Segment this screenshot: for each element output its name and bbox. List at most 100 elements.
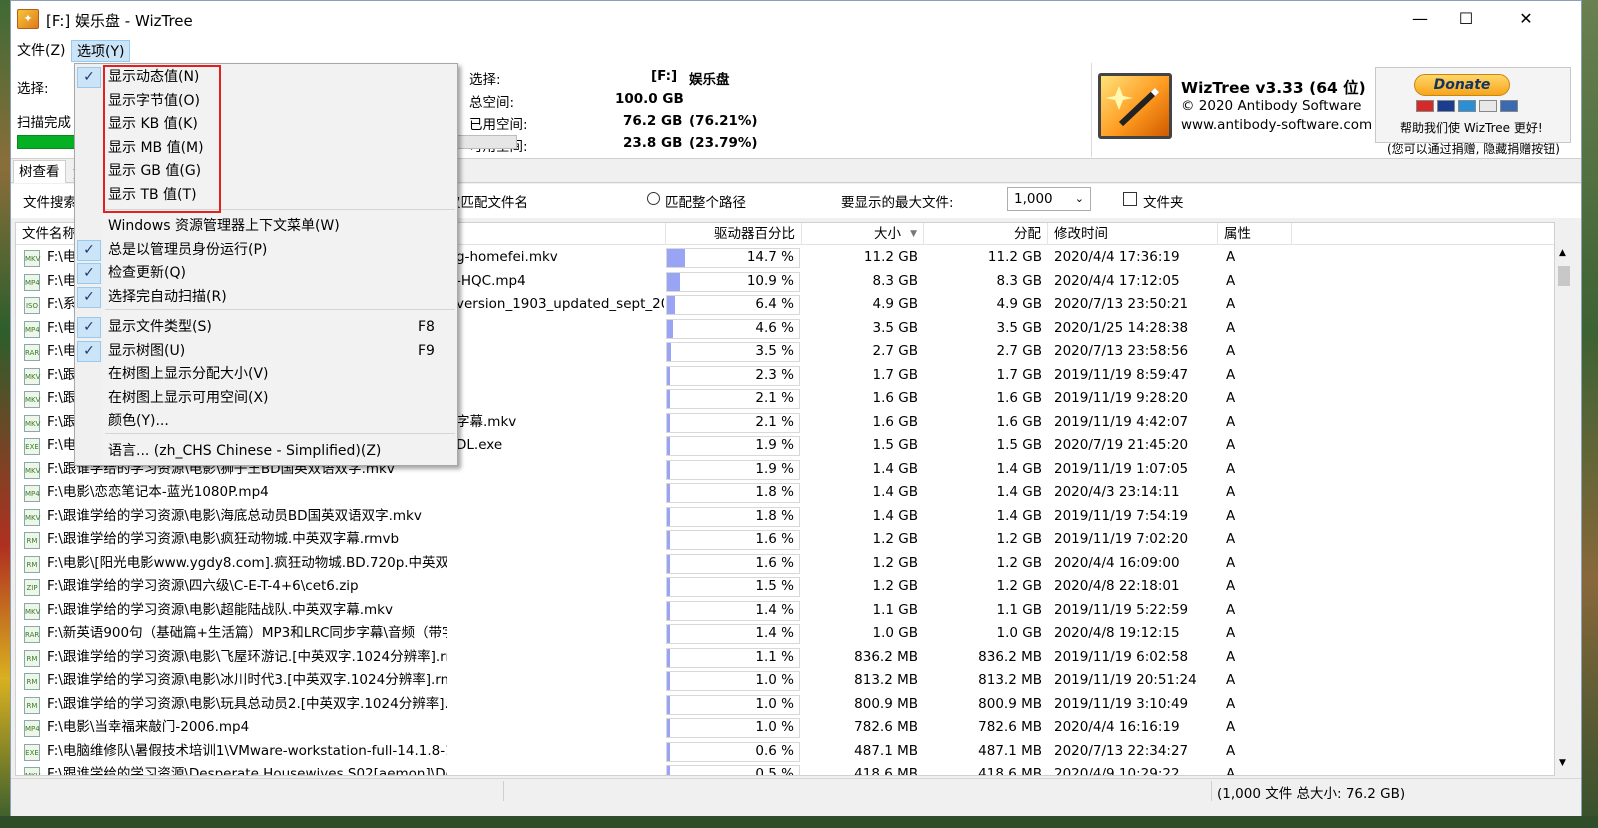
cell-percent: 1.1 % bbox=[755, 648, 794, 665]
menu-item-label: Windows 资源管理器上下文菜单(W) bbox=[108, 218, 340, 234]
taskbar-strip bbox=[0, 816, 1598, 828]
scroll-up-icon[interactable]: ▲ bbox=[1559, 248, 1566, 258]
cell-file-name-tail: 字幕.mkv bbox=[456, 413, 517, 430]
menu-item-label: 在树图上显示可用空间(X) bbox=[108, 389, 269, 406]
col-header-alloc[interactable]: 分配 bbox=[924, 223, 1048, 245]
minimize-button[interactable]: — bbox=[1397, 1, 1443, 37]
cell-size: 418.6 MB bbox=[854, 766, 918, 776]
menu-item[interactable]: ✓ 选择完自动扫描(R) bbox=[75, 286, 457, 310]
cell-modified: 2020/7/13 23:50:21 bbox=[1054, 296, 1189, 312]
folder-checkbox[interactable] bbox=[1123, 192, 1137, 206]
donate-button[interactable]: Donate bbox=[1414, 74, 1510, 96]
cell-modified: 2020/4/9 10:29:22 bbox=[1054, 766, 1180, 776]
menu-file[interactable]: 文件(Z) bbox=[12, 40, 71, 62]
menu-item[interactable]: ✓ 总是以管理员身份运行(P) bbox=[75, 239, 457, 263]
cell-alloc: 1.2 GB bbox=[996, 531, 1042, 547]
scan-progress-bar bbox=[17, 135, 77, 149]
cell-size: 1.1 GB bbox=[872, 601, 918, 618]
match-path-label[interactable]: 匹配整个路径 bbox=[665, 191, 746, 211]
checkmark-icon: ✓ bbox=[77, 340, 101, 362]
cell-file-name: F:\跟谁学给的学习资源\电影\玩具总动员2.[中英双字.1024分辨率].rm… bbox=[47, 695, 447, 712]
cell-percent: 1.9 % bbox=[755, 460, 794, 477]
menu-item[interactable]: ✓ 显示树图(U) F9 bbox=[75, 340, 457, 364]
scroll-down-icon[interactable]: ▼ bbox=[1559, 758, 1566, 768]
tab-tree-view[interactable]: 树查看 bbox=[13, 160, 66, 183]
cell-file-name-tail: -HQC.mp4 bbox=[456, 272, 526, 289]
menu-item[interactable]: 语言... (zh_CHS Chinese - Simplified)(Z) bbox=[75, 440, 457, 464]
col-header-modified[interactable]: 修改时间 bbox=[1048, 223, 1218, 245]
file-type-icon: EXE bbox=[24, 743, 40, 761]
table-row[interactable]: MKV F:\跟谁学给的学习资源\电影\海底总动员BD国英双语双字.mkv 1.8 … bbox=[16, 505, 1554, 529]
file-type-icon: RAR bbox=[24, 344, 40, 361]
maximize-button[interactable]: ☐ bbox=[1443, 1, 1489, 37]
checkmark-icon: ✓ bbox=[77, 286, 101, 308]
menu-item[interactable]: ✓ 检查更新(Q) bbox=[75, 262, 457, 286]
cell-size: 836.2 MB bbox=[854, 648, 918, 665]
table-row[interactable]: RM F:\跟谁学给的学习资源\电影\飞屋环游记.[中英双字.1024分辨率].r… bbox=[16, 646, 1554, 670]
menu-item[interactable]: 在树图上显示可用空间(X) bbox=[75, 387, 457, 411]
used-space-value: 76.2 GB bbox=[623, 113, 683, 129]
website-link[interactable]: www.antibody-software.com bbox=[1181, 117, 1372, 133]
cell-attr: A bbox=[1226, 601, 1236, 618]
cell-alloc: 1.2 GB bbox=[996, 578, 1042, 594]
table-row[interactable]: RM F:\跟谁学给的学习资源\电影\冰川时代3.[中英双字.1024分辨率].r… bbox=[16, 669, 1554, 693]
close-button[interactable]: ✕ bbox=[1503, 1, 1549, 37]
cell-modified: 2020/4/4 16:09:00 bbox=[1054, 554, 1180, 571]
status-divider bbox=[503, 781, 504, 801]
match-name-only-label[interactable]: 仅匹配文件名 bbox=[447, 191, 528, 211]
cell-percent: 1.4 % bbox=[755, 601, 794, 618]
cell-alloc: 1.4 GB bbox=[996, 460, 1042, 477]
cell-attr: A bbox=[1226, 390, 1236, 406]
col-header-size-label: 大小 bbox=[874, 226, 901, 242]
menu-item[interactable]: Windows 资源管理器上下文菜单(W) bbox=[75, 215, 457, 239]
checkmark-icon: ✓ bbox=[77, 263, 101, 284]
table-row[interactable]: EXE F:\电脑维修队\暑假技术培训1\VMware-workstation-f… bbox=[16, 740, 1554, 764]
max-files-select[interactable]: 1,000 ⌄ bbox=[1007, 187, 1091, 211]
match-path-radio[interactable] bbox=[647, 192, 660, 205]
menu-bar: 文件(Z) 选项(Y) bbox=[11, 37, 1581, 63]
menu-item[interactable]: 在树图上显示分配大小(V) bbox=[75, 363, 457, 387]
col-header-attr[interactable]: 属性 bbox=[1218, 223, 1292, 245]
status-text: (1,000 文件 总大小: 76.2 GB) bbox=[1217, 786, 1406, 802]
file-type-icon: MKV bbox=[24, 391, 40, 408]
table-row[interactable]: MP4 F:\电影\当幸福来敲门-2006.mp4 1.0 % 782.6 MB 782… bbox=[16, 716, 1554, 740]
menu-item-label: 语言... (zh_CHS Chinese - Simplified)(Z) bbox=[108, 443, 382, 459]
table-row[interactable]: MP4 F:\电影\恋恋笔记本-蓝光1080P.mp4 1.8 % 1.4 GB 1.4… bbox=[16, 481, 1554, 505]
col-header-size[interactable]: 大小 ▼ bbox=[802, 223, 924, 245]
folder-label[interactable]: 文件夹 bbox=[1143, 191, 1184, 211]
bank-icon bbox=[1500, 100, 1518, 112]
cell-percent: 6.4 % bbox=[755, 296, 794, 312]
menu-item-label: 显示树图(U) bbox=[108, 342, 186, 359]
table-row[interactable]: ZIP F:\跟谁学给的学习资源\四六级\C-E-T-4+6\cet6.zip 1.… bbox=[16, 575, 1554, 599]
vertical-scrollbar[interactable]: ▲ ▼ bbox=[1556, 244, 1572, 774]
highlight-box bbox=[103, 65, 221, 213]
cell-percent: 1.8 % bbox=[755, 507, 794, 524]
col-header-percent[interactable]: 驱动器百分比 bbox=[666, 223, 802, 245]
cell-modified: 2020/4/8 19:12:15 bbox=[1054, 625, 1180, 641]
cell-size: 1.2 GB bbox=[872, 554, 918, 571]
cell-attr: A bbox=[1226, 719, 1236, 735]
cell-attr: A bbox=[1226, 319, 1236, 336]
cell-modified: 2019/11/19 20:51:24 bbox=[1054, 672, 1197, 688]
table-row[interactable]: RM F:\跟谁学给的学习资源\电影\玩具总动员2.[中英双字.1024分辨率].… bbox=[16, 693, 1554, 717]
cell-file-name: F:\跟谁学给的学习资源\电影\冰川时代3.[中英双字.1024分辨率].rmv… bbox=[47, 672, 447, 688]
table-row[interactable]: MKV F:\跟谁学给的学习资源\Desperate Housewives S02… bbox=[16, 763, 1554, 776]
cell-size: 1.2 GB bbox=[872, 578, 918, 594]
menu-item[interactable]: 颜色(Y)... bbox=[75, 410, 457, 434]
mastercard-icon bbox=[1416, 100, 1434, 112]
scrollbar-thumb[interactable] bbox=[1558, 266, 1570, 286]
table-row[interactable]: RM F:\跟谁学给的学习资源\电影\疯狂动物城.中英双字幕.rmvb 1.6 % 1… bbox=[16, 528, 1554, 552]
cell-size: 8.3 GB bbox=[872, 272, 918, 289]
copyright-text: © 2020 Antibody Software bbox=[1181, 98, 1362, 114]
cell-attr: A bbox=[1226, 742, 1236, 759]
sort-desc-icon: ▼ bbox=[910, 229, 917, 239]
table-row[interactable]: MKV F:\跟谁学给的学习资源\电影\超能陆战队.中英双字幕.mkv 1.4 % 1… bbox=[16, 599, 1554, 623]
cell-alloc: 1.5 GB bbox=[996, 437, 1042, 453]
cell-attr: A bbox=[1226, 249, 1236, 265]
menu-item[interactable]: ✓ 显示文件类型(S) F8 bbox=[75, 316, 457, 340]
menu-item-label: 选择完自动扫描(R) bbox=[108, 288, 227, 305]
table-row[interactable]: RM F:\电影\[阳光电影www.ygdy8.com].疯狂动物城.BD.720… bbox=[16, 552, 1554, 576]
table-row[interactable]: RAR F:\新英语900句（基础篇+生活篇）MP3和LRC同步字幕\音频（带字幕… bbox=[16, 622, 1554, 646]
file-type-icon: ZIP bbox=[24, 579, 40, 596]
menu-options[interactable]: 选项(Y) bbox=[71, 40, 131, 62]
